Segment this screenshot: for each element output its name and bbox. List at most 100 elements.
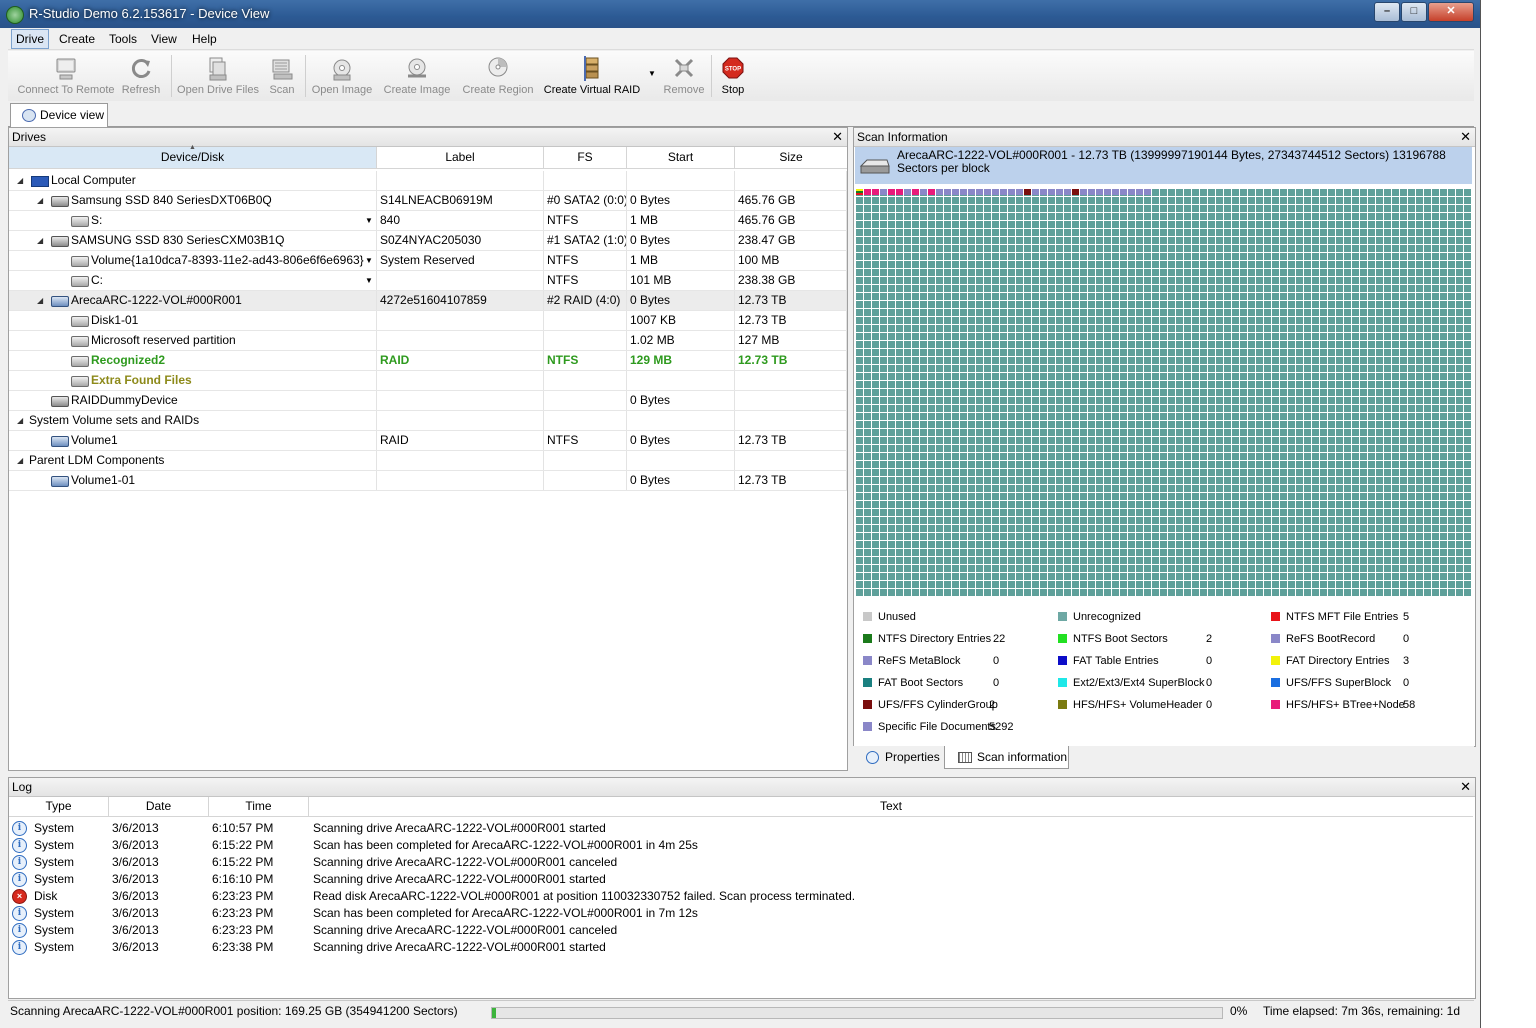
log-row[interactable]: i System 3/6/2013 6:15:22 PM Scanning drive … [9,854,1473,871]
drive-cell-device: Recognized2 [9,351,377,370]
drive-cell-fs [544,471,627,490]
drive-row[interactable]: ◢ SAMSUNG SSD 830 SeriesCXM03B1Q S0Z4NYAC2… [9,231,847,251]
create-image-button[interactable]: Create Image [380,53,454,99]
device-view-icon [22,109,36,122]
menu-view[interactable]: View [147,30,181,48]
drive-row[interactable]: ◢ ArecaARC-1222-VOL#000R001 4272e516041078… [9,291,847,311]
close-icon[interactable]: ✕ [1460,128,1471,145]
stop-button[interactable]: STOP Stop [716,53,750,99]
open-drive-files-button[interactable]: Open Drive Files [176,53,260,99]
scan-disk-description: ArecaARC-1222-VOL#000R001 - 12.73 TB (13… [897,148,1446,175]
legend-label: UFS/FFS CylinderGroup [878,699,998,711]
expand-toggle-icon[interactable]: ◢ [37,291,43,310]
scan-progress-fill [492,1008,496,1018]
close-icon[interactable]: ✕ [832,128,843,145]
scan-block [952,189,959,195]
drive-row[interactable]: Recognized2 RAID NTFS 129 MB 12.73 TB [9,351,847,371]
drive-cell-size: 12.73 TB [735,291,847,310]
log-row[interactable]: i System 3/6/2013 6:23:38 PM Scanning drive … [9,939,1473,956]
log-row[interactable]: i System 3/6/2013 6:23:23 PM Scan has been c… [9,905,1473,922]
close-icon[interactable]: ✕ [1460,778,1471,795]
stop-icon: STOP [722,57,744,79]
expand-toggle-icon[interactable]: ◢ [17,171,23,190]
legend-value: 0 [1403,633,1410,645]
log-row[interactable]: i System 3/6/2013 6:23:23 PM Scanning drive … [9,922,1473,939]
drive-row[interactable]: C: ▼ NTFS 101 MB 238.38 GB [9,271,847,291]
connect-to-remote-button[interactable]: Connect To Remote [13,53,119,99]
log-row[interactable]: × Disk 3/6/2013 6:23:23 PM Read disk ArecaAR… [9,888,1473,905]
legend-label: Ext2/Ext3/Ext4 SuperBlock [1073,677,1205,689]
column-start[interactable]: Start [627,147,735,168]
scan-button[interactable]: Scan [264,53,300,99]
scan-block [1072,189,1079,195]
drive-row[interactable]: ◢ System Volume sets and RAIDs [9,411,847,431]
close-button[interactable]: ✕ [1428,2,1474,22]
legend-item: Unrecognized [1058,611,1248,625]
refresh-button[interactable]: Refresh [118,53,164,99]
drive-name: Disk1-01 [91,313,139,327]
drive-cell-device: Volume1-01 [9,471,377,490]
column-text[interactable]: Text [309,797,1473,816]
drive-row[interactable]: Volume1 RAID NTFS 0 Bytes 12.73 TB [9,431,847,451]
create-region-button[interactable]: Create Region [459,53,537,99]
column-type[interactable]: Type [9,797,109,816]
legend-label: NTFS Boot Sectors [1073,633,1168,645]
tab-device-view[interactable]: Device view [10,103,108,127]
drive-row[interactable]: Extra Found Files [9,371,847,391]
column-size[interactable]: Size [735,147,847,168]
scan-block [1136,189,1143,195]
menu-tools[interactable]: Tools [105,30,141,48]
drive-row[interactable]: ◢ Samsung SSD 840 SeriesDXT06B0Q S14LNEACB… [9,191,847,211]
tab-properties[interactable]: Properties [856,746,944,769]
expand-toggle-icon[interactable]: ◢ [37,191,43,210]
log-cell-time: 6:10:57 PM [212,821,274,835]
column-fs[interactable]: FS [544,147,627,168]
volume-dropdown-icon[interactable]: ▼ [365,271,373,290]
legend-value: 0 [993,677,1000,689]
drive-row[interactable]: Volume1-01 0 Bytes 12.73 TB [9,471,847,491]
toolbar-separator [171,55,172,97]
create-virtual-raid-dropdown[interactable]: ▼ [647,69,657,81]
volume-dropdown-icon[interactable]: ▼ [365,211,373,230]
expand-toggle-icon[interactable]: ◢ [17,451,23,470]
legend-swatch [1058,634,1067,643]
column-date[interactable]: Date [109,797,209,816]
tab-scan-information[interactable]: Scan information [944,746,1069,769]
menu-help[interactable]: Help [188,30,221,48]
drive-cell-device: Volume{1a10dca7-8393-11e2-ad43-806e6f6e6… [9,251,377,270]
menu-create[interactable]: Create [55,30,99,48]
maximize-button[interactable]: □ [1401,2,1427,22]
drive-row[interactable]: S: ▼ 840 NTFS 1 MB 465.76 GB [9,211,847,231]
drive-row[interactable]: Disk1-01 1007 KB 12.73 TB [9,311,847,331]
drive-name: Microsoft reserved partition [91,333,236,347]
scan-block [984,189,991,195]
drive-row[interactable]: ◢ Parent LDM Components [9,451,847,471]
log-cell-time: 6:16:10 PM [212,872,274,886]
drive-cell-start [627,371,735,390]
log-row[interactable]: i System 3/6/2013 6:16:10 PM Scanning drive … [9,871,1473,888]
drive-row[interactable]: RAIDDummyDevice 0 Bytes [9,391,847,411]
drive-row[interactable]: ◢ Local Computer [9,171,847,191]
drive-cell-fs: NTFS [544,211,627,230]
column-label[interactable]: Label [377,147,544,168]
drive-row[interactable]: Volume{1a10dca7-8393-11e2-ad43-806e6f6e6… [9,251,847,271]
drive-row[interactable]: Microsoft reserved partition 1.02 MB 127 M… [9,331,847,351]
remove-button[interactable]: Remove [662,53,706,99]
scan-block [1112,189,1119,195]
log-row[interactable]: i System 3/6/2013 6:10:57 PM Scanning drive … [9,820,1473,837]
column-time[interactable]: Time [209,797,309,816]
drives-panel: Drives ✕ Device/Disk Label FS Start Size… [8,127,848,771]
menu-drive[interactable]: Drive [11,29,50,49]
drive-cell-label: 840 [377,211,544,230]
open-image-button[interactable]: Open Image [310,53,374,99]
expand-toggle-icon[interactable]: ◢ [37,231,43,250]
volume-dropdown-icon[interactable]: ▼ [365,251,373,270]
drive-name: ArecaARC-1222-VOL#000R001 [71,293,242,307]
legend-swatch [1271,678,1280,687]
scan-block [992,189,999,195]
log-row[interactable]: i System 3/6/2013 6:15:22 PM Scan has been c… [9,837,1473,854]
minimize-button[interactable]: – [1374,2,1400,22]
create-virtual-raid-button[interactable]: Create Virtual RAID [543,53,641,99]
expand-toggle-icon[interactable]: ◢ [17,411,23,430]
scan-block [1016,189,1023,195]
